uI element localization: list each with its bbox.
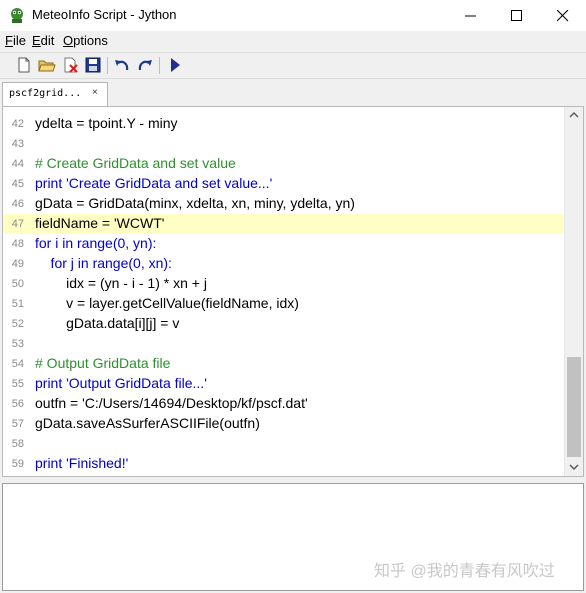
code-line: 52 gData.data[i][j] = v bbox=[3, 314, 564, 334]
tab-strip: pscf2grid... × bbox=[0, 79, 586, 107]
window-title: MeteoInfo Script - Jython bbox=[32, 7, 177, 22]
code-line: 55 print 'Output GridData file...' bbox=[3, 374, 564, 394]
tab-pscf2grid[interactable]: pscf2grid... × bbox=[2, 82, 108, 107]
code-line: 53 bbox=[3, 334, 564, 354]
editor-vertical-scrollbar[interactable] bbox=[564, 107, 583, 476]
line-number: 43 bbox=[11, 138, 24, 150]
code-line: 43 bbox=[3, 134, 564, 154]
code-text: gData = GridData(minx, xdelta, xn, miny,… bbox=[35, 195, 355, 211]
minimize-icon bbox=[465, 15, 476, 17]
close-window-button[interactable] bbox=[540, 0, 586, 31]
line-number: 50 bbox=[11, 278, 24, 290]
redo-icon[interactable] bbox=[136, 56, 154, 74]
line-number: 44 bbox=[11, 158, 24, 170]
save-icon[interactable] bbox=[84, 56, 102, 74]
scrollbar-thumb[interactable] bbox=[567, 357, 581, 457]
line-number: 48 bbox=[11, 238, 24, 250]
menu-edit[interactable]: Edit bbox=[32, 33, 54, 48]
line-number: 57 bbox=[11, 418, 24, 430]
menu-file[interactable]: File bbox=[5, 33, 26, 48]
line-number: 42 bbox=[11, 118, 24, 130]
toolbar-separator bbox=[159, 57, 160, 74]
run-icon[interactable] bbox=[166, 56, 184, 74]
code-text: # Output GridData file bbox=[35, 355, 171, 371]
code-text: print 'Output GridData file...' bbox=[35, 375, 207, 391]
code-text: for i in range(0, yn): bbox=[35, 235, 157, 251]
new-file-icon[interactable] bbox=[15, 56, 33, 74]
code-line: 58 bbox=[3, 434, 564, 454]
code-text: outfn = 'C:/Users/14694/Desktop/kf/pscf.… bbox=[35, 395, 308, 411]
code-text: v = layer.getCellValue(fieldName, idx) bbox=[35, 295, 299, 311]
code-text: ydelta = tpoint.Y - miny bbox=[35, 115, 178, 131]
code-line: 50 idx = (yn - i - 1) * xn + j bbox=[3, 274, 564, 294]
python-icon bbox=[8, 6, 26, 24]
code-line: 56 outfn = 'C:/Users/14694/Desktop/kf/ps… bbox=[3, 394, 564, 414]
line-number: 46 bbox=[11, 198, 24, 210]
tab-close-icon[interactable]: × bbox=[92, 87, 98, 98]
tab-label: pscf2grid... bbox=[9, 88, 82, 99]
main-window: MeteoInfo Script - Jython File Edit Opti… bbox=[0, 0, 586, 593]
code-line: 46 gData = GridData(minx, xdelta, xn, mi… bbox=[3, 194, 564, 214]
line-number: 53 bbox=[11, 338, 24, 350]
maximize-icon bbox=[511, 10, 522, 21]
line-number: 52 bbox=[11, 318, 24, 330]
chevron-down-icon[interactable] bbox=[569, 462, 579, 472]
line-number: 58 bbox=[11, 438, 24, 450]
code-line: 44 # Create GridData and set value bbox=[3, 154, 564, 174]
code-text: # Create GridData and set value bbox=[35, 155, 236, 171]
menu-bar: File Edit Options bbox=[0, 31, 586, 51]
code-text: print 'Finished!' bbox=[35, 455, 129, 471]
maximize-button[interactable] bbox=[494, 0, 540, 31]
line-number: 47 bbox=[11, 218, 24, 230]
undo-icon[interactable] bbox=[113, 56, 131, 74]
chevron-up-icon[interactable] bbox=[569, 110, 579, 120]
code-text: gData.data[i][j] = v bbox=[35, 315, 180, 331]
code-line: 51 v = layer.getCellValue(fieldName, idx… bbox=[3, 294, 564, 314]
line-number: 59 bbox=[11, 458, 24, 470]
open-folder-icon[interactable] bbox=[38, 56, 56, 74]
close-icon bbox=[557, 10, 569, 22]
line-number: 49 bbox=[11, 258, 24, 270]
menu-options[interactable]: Options bbox=[63, 33, 108, 48]
code-line: 49 for j in range(0, xn): bbox=[3, 254, 564, 274]
code-line: 42 ydelta = tpoint.Y - miny bbox=[3, 114, 564, 134]
line-number: 51 bbox=[11, 298, 24, 310]
line-number: 45 bbox=[11, 178, 24, 190]
code-text: idx = (yn - i - 1) * xn + j bbox=[35, 275, 207, 291]
line-number: 55 bbox=[11, 378, 24, 390]
toolbar-separator bbox=[107, 57, 108, 74]
code-line-highlighted: 47 fieldName = 'WCWT' bbox=[3, 214, 564, 234]
code-text: fieldName = 'WCWT' bbox=[35, 215, 165, 231]
close-file-icon[interactable] bbox=[62, 56, 80, 74]
toolbar bbox=[0, 52, 586, 79]
watermark-text: 知乎 @我的青春有风吹过 bbox=[374, 563, 555, 580]
code-line: 45 print 'Create GridData and set value.… bbox=[3, 174, 564, 194]
title-bar: MeteoInfo Script - Jython bbox=[0, 0, 586, 31]
code-editor[interactable]: 42 ydelta = tpoint.Y - miny 43 44 # Crea… bbox=[2, 106, 584, 477]
code-text: gData.saveAsSurferASCIIFile(outfn) bbox=[35, 415, 260, 431]
line-number: 54 bbox=[11, 358, 24, 370]
code-text: for j in range(0, xn): bbox=[35, 255, 172, 271]
code-text: print 'Create GridData and set value...' bbox=[35, 175, 273, 191]
code-line: 48 for i in range(0, yn): bbox=[3, 234, 564, 254]
minimize-button[interactable] bbox=[448, 0, 494, 31]
code-line: 59 print 'Finished!' bbox=[3, 454, 564, 474]
line-number: 56 bbox=[11, 398, 24, 410]
code-line: 57 gData.saveAsSurferASCIIFile(outfn) bbox=[3, 414, 564, 434]
code-line: 54 # Output GridData file bbox=[3, 354, 564, 374]
